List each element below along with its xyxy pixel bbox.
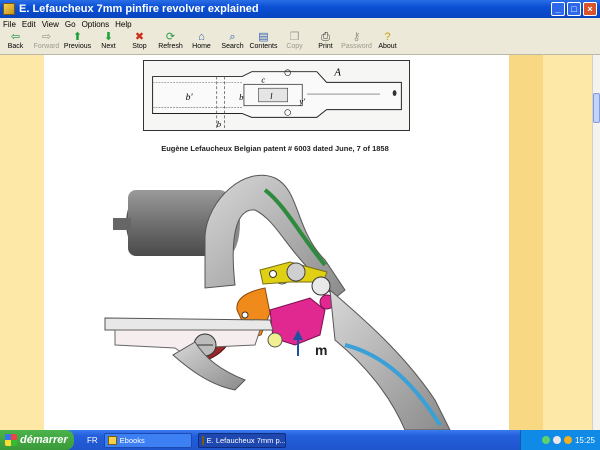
up-arrow-icon: ⬆ bbox=[72, 31, 83, 43]
right-margin-band-outer bbox=[543, 55, 592, 430]
minimize-button[interactable]: _ bbox=[551, 2, 565, 16]
left-margin-band bbox=[0, 55, 44, 430]
about-icon: ? bbox=[384, 31, 391, 43]
right-margin-band bbox=[509, 55, 543, 430]
volume-icon[interactable] bbox=[552, 436, 561, 444]
back-arrow-icon: ⇦ bbox=[10, 31, 21, 43]
toolbar-label: Search bbox=[221, 43, 244, 50]
copy-icon: ❐ bbox=[289, 31, 300, 43]
toolbar-home-button[interactable]: ⌂ Home bbox=[186, 30, 217, 55]
menu-file[interactable]: File bbox=[3, 20, 16, 29]
toolbar-label: About bbox=[378, 43, 397, 50]
label-b-prime: b' bbox=[186, 92, 194, 103]
toolbar-password-button[interactable]: ⚷ Password bbox=[341, 30, 372, 55]
app-window: E. Lefaucheux 7mm pinfire revolver expla… bbox=[0, 0, 600, 430]
toolbar-label: Back bbox=[7, 43, 24, 50]
print-icon: ⎙ bbox=[321, 31, 330, 43]
content-area: A b' c b l y' b Eugène Lefaucheux Belgia… bbox=[0, 55, 592, 430]
toolbar-label: Forward bbox=[33, 43, 60, 50]
down-arrow-icon: ⬇ bbox=[103, 31, 114, 43]
taskbar: démarrer FR Ebooks E. Lefaucheux 7mm p..… bbox=[0, 430, 600, 450]
label-b: b bbox=[239, 92, 244, 102]
refresh-icon: ⟳ bbox=[165, 31, 176, 43]
patent-drawing: A b' c b l y' b bbox=[143, 60, 410, 131]
label-b-bottom: b bbox=[217, 119, 222, 129]
figure-caption: Eugène Lefaucheux Belgian patent # 6003 … bbox=[161, 144, 389, 153]
toolbar-previous-button[interactable]: ⬆ Previous bbox=[62, 30, 93, 55]
toolbar-label: Password bbox=[341, 43, 372, 50]
label-a: A bbox=[333, 67, 341, 79]
task-ebook-viewer[interactable]: E. Lefaucheux 7mm p... bbox=[197, 432, 286, 448]
toolbar-label: Home bbox=[192, 43, 211, 50]
toolbar-search-button[interactable]: ⌕ Search bbox=[217, 30, 248, 55]
menu-edit[interactable]: Edit bbox=[22, 20, 36, 29]
folder-icon bbox=[107, 435, 117, 445]
key-icon: ⚷ bbox=[352, 31, 361, 43]
revolver-mechanism-illustration: m bbox=[104, 174, 451, 430]
contents-icon: ▤ bbox=[258, 31, 269, 43]
start-button[interactable]: démarrer bbox=[0, 430, 74, 450]
start-label: démarrer bbox=[20, 434, 68, 446]
scrollbar-thumb[interactable] bbox=[593, 93, 600, 123]
toolbar-copy-button[interactable]: ❐ Copy bbox=[279, 30, 310, 55]
language-indicator[interactable]: FR bbox=[87, 436, 98, 445]
task-ebook-viewer-label: E. Lefaucheux 7mm p... bbox=[206, 435, 286, 445]
close-button[interactable]: × bbox=[583, 2, 597, 16]
forward-arrow-icon: ⇨ bbox=[41, 31, 52, 43]
toolbar-label: Refresh bbox=[158, 43, 183, 50]
stop-icon: ✖ bbox=[134, 31, 145, 43]
toolbar-forward-button[interactable]: ⇨ Forward bbox=[31, 30, 62, 55]
menu-bar: File Edit View Go Options Help bbox=[0, 18, 600, 30]
label-c: c bbox=[261, 74, 265, 84]
toolbar-contents-button[interactable]: ▤ Contents bbox=[248, 30, 279, 55]
menu-help[interactable]: Help bbox=[115, 20, 131, 29]
maximize-button[interactable]: □ bbox=[567, 2, 581, 16]
home-icon: ⌂ bbox=[198, 31, 205, 43]
toolbar-about-button[interactable]: ? About bbox=[372, 30, 403, 55]
label-y: y' bbox=[298, 96, 305, 106]
toolbar-label: Stop bbox=[132, 43, 147, 50]
toolbar-print-button[interactable]: ⎙ Print bbox=[310, 30, 341, 55]
toolbar-back-button[interactable]: ⇦ Back bbox=[0, 30, 31, 55]
toolbar-label: Print bbox=[318, 43, 333, 50]
vertical-scrollbar[interactable] bbox=[592, 55, 600, 430]
search-icon: ⌕ bbox=[229, 31, 236, 43]
book-icon bbox=[201, 435, 204, 445]
windows-logo-icon bbox=[5, 434, 17, 446]
toolbar: ⇦ Back ⇨ Forward ⬆ Previous ⬇ Next ✖ Stop ⟳ Refresh… bbox=[0, 30, 600, 55]
toolbar-label: Previous bbox=[63, 43, 92, 50]
system-tray: 15:25 bbox=[520, 430, 600, 450]
toolbar-next-button[interactable]: ⬇ Next bbox=[93, 30, 124, 55]
toolbar-label: Next bbox=[101, 43, 116, 50]
task-ebooks[interactable]: Ebooks bbox=[103, 432, 192, 448]
toolbar-stop-button[interactable]: ✖ Stop bbox=[124, 30, 155, 55]
toolbar-label: Contents bbox=[249, 43, 278, 50]
clock[interactable]: 15:25 bbox=[575, 436, 595, 445]
security-icon[interactable] bbox=[563, 436, 572, 444]
menu-view[interactable]: View bbox=[42, 20, 59, 29]
task-ebooks-label: Ebooks bbox=[119, 435, 145, 445]
menu-options[interactable]: Options bbox=[82, 20, 110, 29]
label-m: m bbox=[315, 342, 327, 358]
app-icon bbox=[3, 3, 15, 15]
menu-go[interactable]: Go bbox=[65, 20, 76, 29]
network-icon[interactable] bbox=[541, 436, 550, 444]
window-title: E. Lefaucheux 7mm pinfire revolver expla… bbox=[19, 3, 259, 15]
toolbar-label: Copy bbox=[286, 43, 303, 50]
title-bar[interactable]: E. Lefaucheux 7mm pinfire revolver expla… bbox=[0, 0, 600, 18]
toolbar-refresh-button[interactable]: ⟳ Refresh bbox=[155, 30, 186, 55]
